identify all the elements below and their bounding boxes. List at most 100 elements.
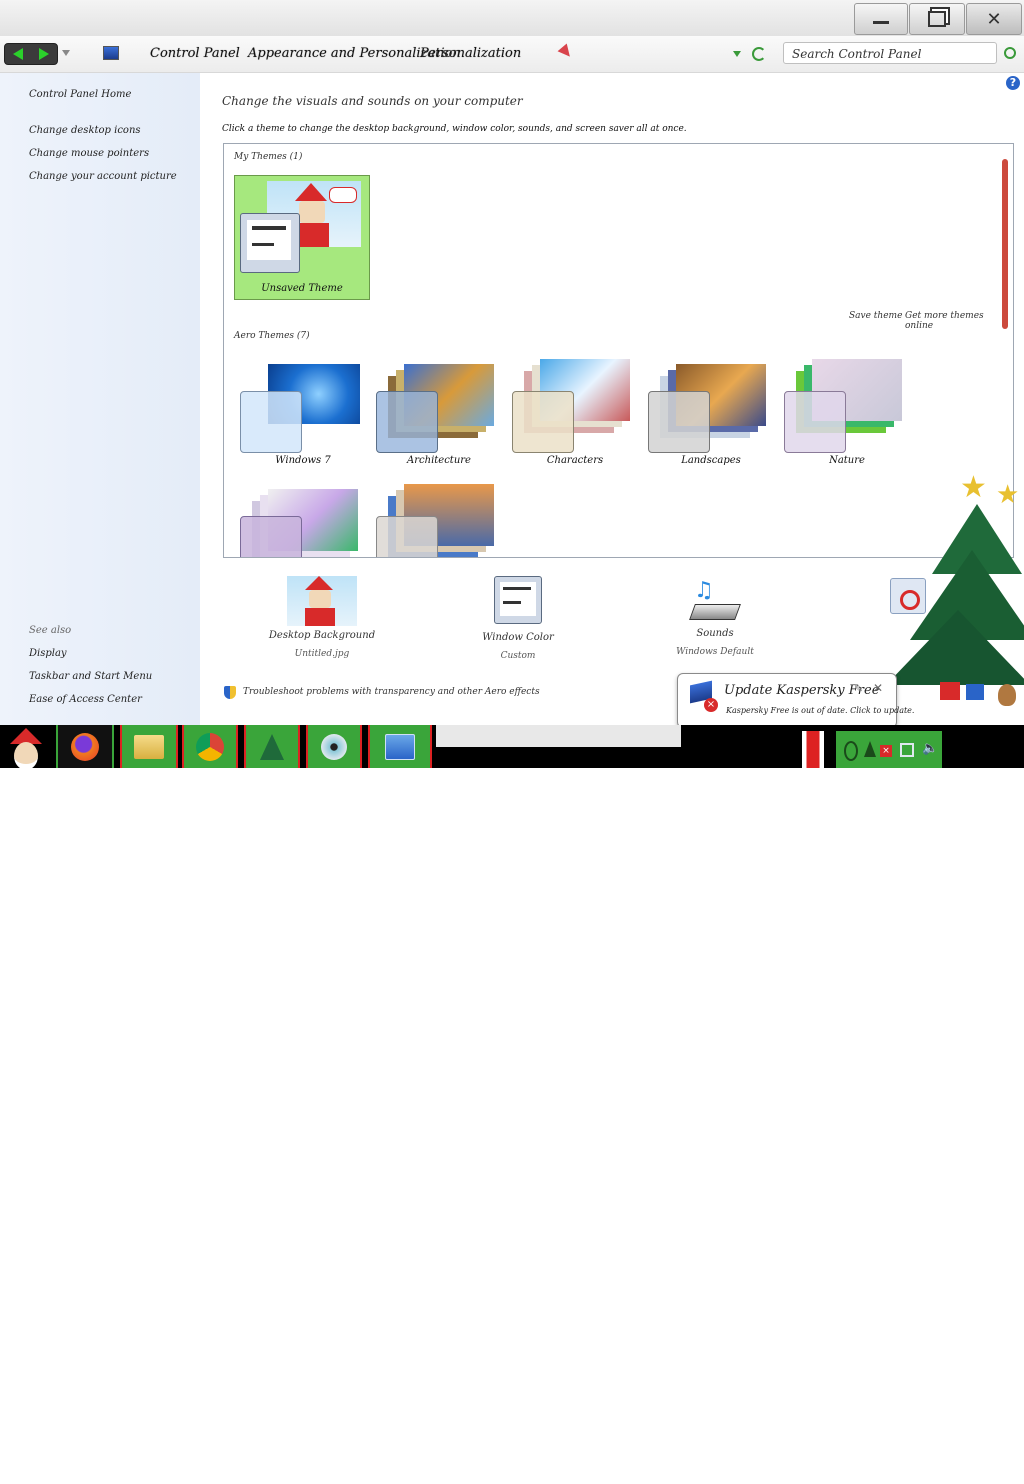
clock-time: 8:52 PM — [952, 1454, 1002, 1468]
refresh-icon[interactable] — [752, 47, 766, 61]
sidebar-link-taskbar[interactable]: Taskbar and Start Menu — [29, 671, 152, 682]
breadcrumb-personalization[interactable]: Personalization — [420, 46, 521, 61]
get-more-themes-link[interactable]: Get more themes online — [905, 311, 1013, 331]
clock[interactable]: 8:52 PM 12/4/2023 — [945, 1454, 1009, 1484]
firefox-icon — [71, 732, 99, 761]
taskbar-file-explorer[interactable] — [120, 725, 178, 768]
sidebar: Control Panel Home Change desktop icons … — [0, 73, 200, 725]
nav-buttons — [4, 43, 58, 65]
sidebar-link-desktop-icons[interactable]: Change desktop icons — [29, 125, 141, 136]
sidebar-link-home[interactable]: Control Panel Home — [29, 89, 131, 100]
back-arrow-icon[interactable] — [13, 48, 23, 60]
security-alert-tray-icon[interactable]: × — [880, 745, 892, 757]
window-color-glass-icon — [784, 391, 846, 453]
window-color-glass-icon — [240, 516, 302, 557]
sounds-label: Sounds — [696, 628, 734, 639]
star-icon: ★ — [960, 470, 987, 505]
window-color-setting[interactable]: Window Color Custom — [458, 576, 578, 661]
speaker-icon — [689, 604, 741, 620]
theme-architecture[interactable]: Architecture — [374, 359, 504, 469]
forward-arrow-icon[interactable] — [39, 48, 49, 60]
taskbar-media-player[interactable] — [306, 725, 362, 768]
shield-icon — [224, 686, 236, 699]
theme-name-unsaved: Unsaved Theme — [261, 283, 343, 294]
desktop-background-setting[interactable]: Desktop Background Untitled.jpg — [262, 576, 382, 659]
sidebar-link-account-picture[interactable]: Change your account picture — [29, 171, 177, 182]
kaspersky-tray-icon[interactable] — [844, 741, 858, 761]
window-color-glass-icon — [648, 391, 710, 453]
scrollbar-thumb[interactable] — [1002, 159, 1008, 329]
taskbar-control-panel[interactable] — [368, 725, 432, 768]
taskbar: × 🔈 8:52 PM 12/4/2023 — [0, 725, 1024, 1483]
desktop-background-value: Untitled.jpg — [294, 649, 350, 659]
chrome-icon — [196, 732, 224, 761]
start-button[interactable] — [4, 726, 48, 770]
sidebar-link-mouse-pointers[interactable]: Change mouse pointers — [29, 148, 149, 159]
address-dropdown-icon[interactable] — [733, 51, 741, 57]
sounds-value: Windows Default — [676, 647, 754, 657]
santa-hat-icon — [295, 183, 327, 201]
error-badge-icon: × — [704, 698, 718, 712]
page-title: Change the visuals and sounds on your co… — [222, 94, 523, 108]
control-panel-icon — [103, 46, 119, 60]
theme-name-windows-7: Windows 7 — [275, 455, 331, 466]
save-theme-link[interactable]: Save theme — [849, 311, 902, 321]
restore-button[interactable] — [909, 3, 965, 35]
see-also-heading: See also — [29, 625, 72, 636]
body-icon — [295, 223, 329, 247]
system-tray: × 🔈 — [836, 731, 942, 768]
theme-landscapes[interactable]: Landscapes — [646, 359, 776, 469]
santa-face-icon — [14, 742, 38, 770]
help-icon[interactable]: ? — [1006, 76, 1020, 90]
theme-nature[interactable]: Nature — [782, 359, 912, 469]
breadcrumb-control-panel[interactable]: Control Panel — [150, 46, 240, 61]
cursor-icon — [557, 43, 575, 61]
taskbar-red-block — [802, 731, 824, 768]
network-tray-icon[interactable] — [900, 743, 914, 757]
sidebar-link-ease-of-access[interactable]: Ease of Access Center — [29, 694, 142, 705]
speech-bubble-icon — [329, 187, 357, 203]
tree-tray-icon[interactable] — [864, 741, 876, 757]
theme-windows-7[interactable]: Windows 7 — [238, 359, 368, 469]
folder-icon — [134, 734, 164, 759]
title-bar: ✕ — [0, 0, 1024, 36]
desktop-background-label: Desktop Background — [268, 630, 376, 641]
sounds-setting[interactable]: ♫ Sounds Windows Default — [655, 576, 775, 657]
toast-close-icon[interactable]: ✕ — [873, 681, 883, 695]
volume-tray-icon[interactable]: 🔈 — [922, 741, 938, 756]
page-description: Click a theme to change the desktop back… — [222, 124, 687, 134]
theme-characters[interactable]: Characters — [510, 359, 640, 469]
minimize-icon — [873, 20, 889, 24]
theme-name-nature: Nature — [829, 455, 865, 466]
window-color-value: Custom — [500, 651, 536, 661]
minimize-button[interactable] — [854, 3, 908, 35]
history-dropdown-icon[interactable] — [62, 50, 70, 56]
music-note-icon: ♫ — [694, 578, 714, 603]
sidebar-link-display[interactable]: Display — [29, 648, 67, 659]
teddy-bear-icon — [998, 684, 1016, 706]
face-icon — [299, 201, 325, 223]
close-button[interactable]: ✕ — [966, 3, 1022, 35]
search-input[interactable]: Search Control Panel — [783, 42, 997, 64]
theme-name-architecture: Architecture — [407, 455, 471, 466]
theme-united-states[interactable] — [374, 484, 504, 557]
window-content-icon — [252, 243, 274, 246]
taskbar-firefox[interactable] — [56, 725, 114, 768]
face-icon — [309, 590, 331, 608]
taskbar-empty-area — [436, 725, 681, 747]
theme-scenes[interactable] — [238, 484, 368, 557]
theme-name-landscapes: Landscapes — [681, 455, 741, 466]
window-titlebar-icon — [252, 226, 286, 230]
taskbar-chrome[interactable] — [182, 725, 238, 768]
window-color-glass-icon — [376, 516, 438, 557]
toast-message: Kaspersky Free is out of date. Click to … — [726, 706, 915, 715]
theme-unsaved[interactable]: Unsaved Theme — [234, 175, 370, 300]
wrench-icon[interactable]: ✎ — [854, 682, 863, 695]
taskbar-christmas-tree[interactable] — [244, 725, 300, 768]
search-icon[interactable] — [1004, 47, 1016, 59]
gift-icon — [966, 684, 984, 700]
troubleshoot-link[interactable]: Troubleshoot problems with transparency … — [243, 687, 540, 697]
kaspersky-notification[interactable]: × Update Kaspersky Free Kaspersky Free i… — [677, 673, 914, 728]
theme-name-characters: Characters — [546, 455, 604, 466]
my-themes-label: My Themes (1) — [234, 152, 303, 162]
